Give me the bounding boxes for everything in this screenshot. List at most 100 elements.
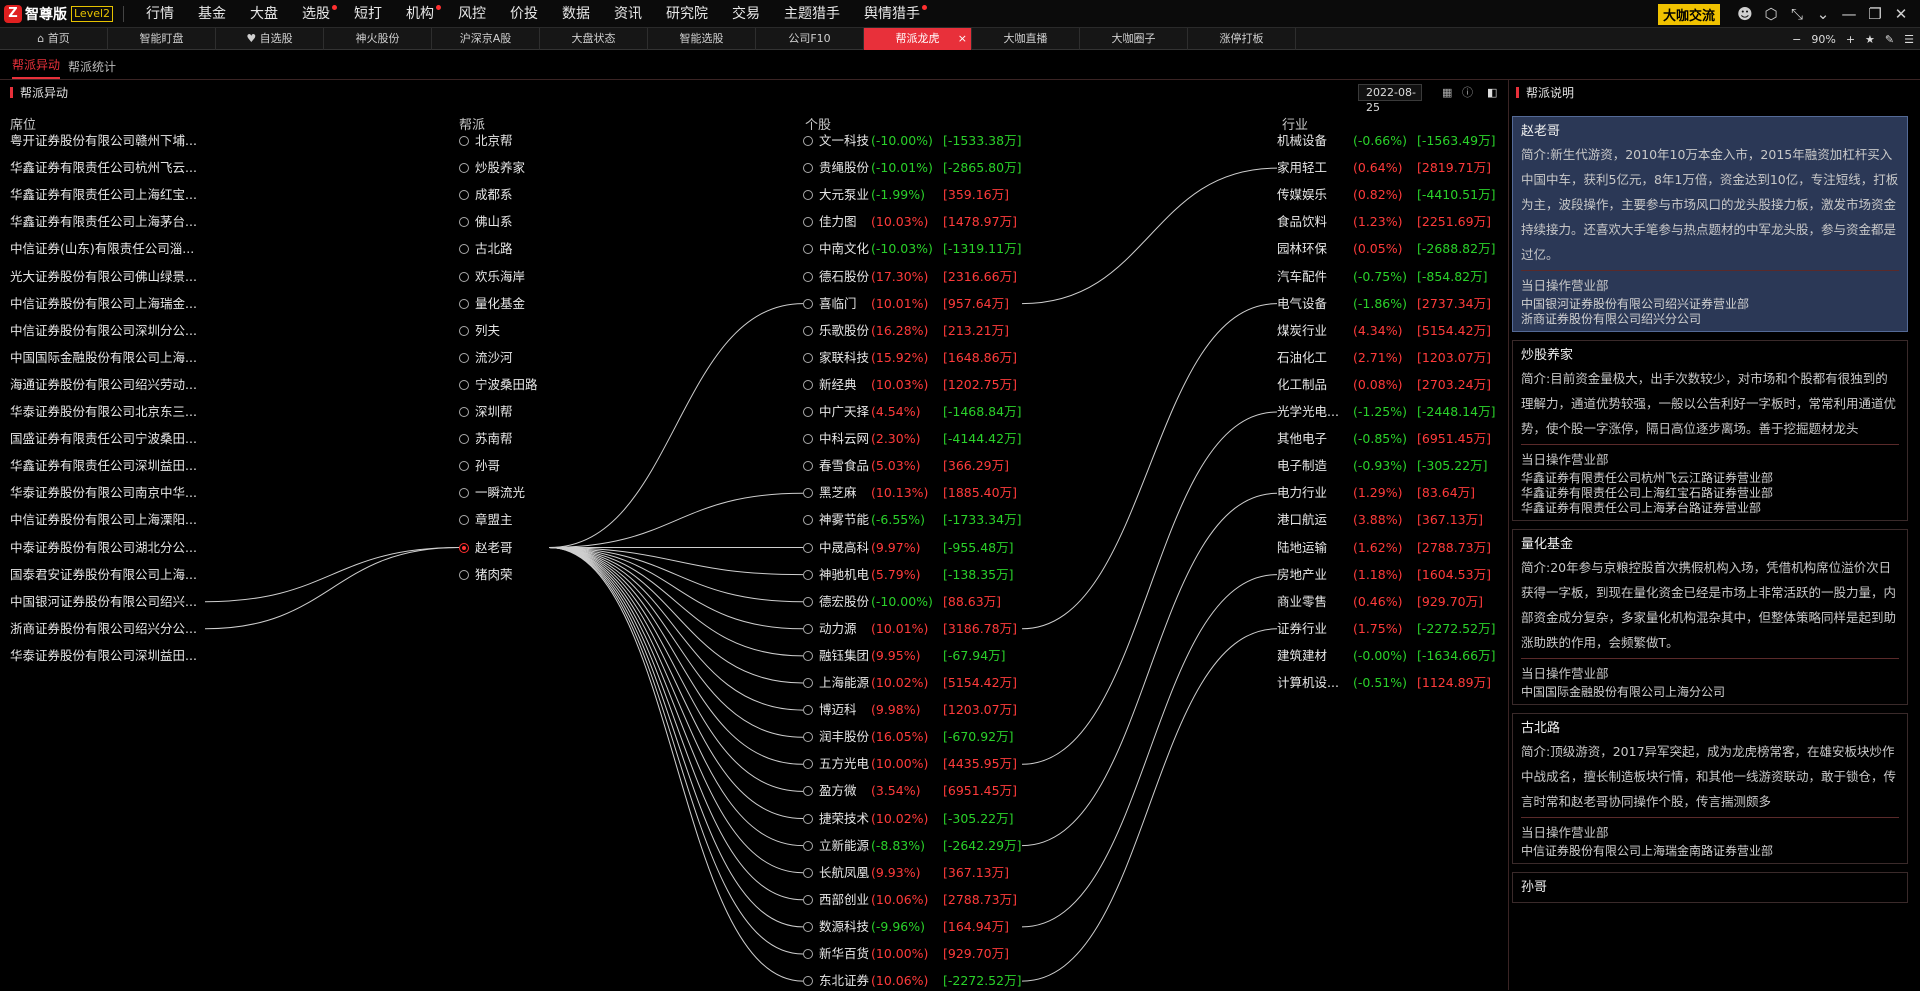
- stock-row[interactable]: 五方光电 (10.00%) [4435.95万]: [803, 754, 1017, 774]
- seat-row[interactable]: 中信证券股份有限公司上海溧阳...: [10, 510, 210, 530]
- stock-radio[interactable]: [803, 515, 813, 526]
- stock-radio[interactable]: [803, 136, 813, 146]
- faction-row[interactable]: 量化基金: [459, 294, 525, 314]
- faction-radio[interactable]: [459, 190, 469, 201]
- menu-item[interactable]: 资讯: [602, 0, 654, 28]
- minimize-icon[interactable]: —: [1836, 5, 1862, 23]
- tab-item[interactable]: 大盘状态: [540, 28, 648, 50]
- stock-row[interactable]: 上海能源 (10.02%) [5154.42万]: [803, 673, 1017, 693]
- faction-radio[interactable]: [459, 515, 469, 526]
- stock-radio[interactable]: [803, 325, 813, 336]
- stock-radio[interactable]: [803, 759, 813, 770]
- faction-radio[interactable]: [459, 434, 469, 445]
- stock-row[interactable]: 融钰集团 (9.95%) [-67.94万]: [803, 646, 1006, 666]
- date-picker[interactable]: 2022-08-25: [1358, 84, 1422, 114]
- seat-row[interactable]: 中国银河证券股份有限公司绍兴...: [10, 592, 210, 612]
- menu-item[interactable]: 短打: [342, 0, 394, 28]
- stock-row[interactable]: 新经典 (10.03%) [1202.75万]: [803, 375, 1017, 395]
- menu-item[interactable]: 大盘: [238, 0, 290, 28]
- stock-row[interactable]: 佳力图 (10.03%) [1478.97万]: [803, 212, 1017, 232]
- faction-row[interactable]: 古北路: [459, 239, 513, 259]
- tab-item[interactable]: ⌂ 首页: [0, 28, 108, 50]
- faction-radio[interactable]: [459, 163, 469, 174]
- faction-row[interactable]: 宁波桑田路: [459, 375, 538, 395]
- faction-radio[interactable]: [459, 298, 469, 309]
- tab-close-icon[interactable]: ×: [958, 28, 967, 50]
- stock-row[interactable]: 贵绳股份 (-10.01%) [-2865.80万]: [803, 158, 1021, 178]
- faction-row[interactable]: 欢乐海岸: [459, 267, 525, 287]
- app-logo[interactable]: Z 智尊版 Level2: [0, 0, 114, 28]
- stock-radio[interactable]: [803, 949, 813, 959]
- faction-row[interactable]: 佛山系: [459, 212, 513, 232]
- seat-row[interactable]: 中信证券股份有限公司深圳分公...: [10, 321, 210, 341]
- tab-item[interactable]: 大咖圈子: [1080, 28, 1188, 50]
- tab-item[interactable]: 帮派龙虎 ×: [864, 28, 972, 50]
- stock-radio[interactable]: [803, 244, 813, 255]
- faction-row[interactable]: 北京帮: [459, 131, 513, 151]
- faction-radio[interactable]: [459, 488, 469, 499]
- industry-row[interactable]: 机械设备 (-0.66%) [-1563.49万]: [1277, 131, 1495, 151]
- industry-row[interactable]: 食品饮料 (1.23%) [2251.69万]: [1277, 212, 1491, 232]
- tab-item[interactable]: 公司F10: [756, 28, 864, 50]
- faction-row[interactable]: 深圳帮: [459, 402, 513, 422]
- stock-radio[interactable]: [803, 650, 813, 661]
- industry-row[interactable]: 传媒娱乐 (0.82%) [-4410.51万]: [1277, 185, 1495, 205]
- edit-icon[interactable]: ✎: [1885, 33, 1894, 46]
- stock-radio[interactable]: [803, 542, 813, 553]
- stock-radio[interactable]: [803, 678, 813, 688]
- gang-card[interactable]: 炒股养家 简介:目前资金量极大，出手次数较少，对市场和个股都有很独到的理解力，通道…: [1512, 340, 1908, 521]
- seat-row[interactable]: 浙商证券股份有限公司绍兴分公...: [10, 619, 210, 639]
- industry-row[interactable]: 房地产业 (1.18%) [1604.53万]: [1277, 565, 1491, 585]
- tab-item[interactable]: 智能盯盘: [108, 28, 216, 50]
- stock-row[interactable]: 盈方微 (3.54%) [6951.45万]: [803, 781, 1017, 801]
- stock-row[interactable]: 春雪食品 (5.03%) [366.29万]: [803, 456, 1009, 476]
- industry-row[interactable]: 港口航运 (3.88%) [367.13万]: [1277, 510, 1483, 530]
- stock-radio[interactable]: [803, 217, 813, 228]
- faction-row[interactable]: 猪肉荣: [459, 565, 513, 585]
- menu-item[interactable]: 研究院: [654, 0, 720, 28]
- industry-row[interactable]: 家用轻工 (0.64%) [2819.71万]: [1277, 158, 1491, 178]
- stock-row[interactable]: 动力源 (10.01%) [3186.78万]: [803, 619, 1017, 639]
- stock-radio[interactable]: [803, 461, 813, 472]
- sub-tab[interactable]: 帮派异动: [12, 56, 61, 79]
- stock-radio[interactable]: [803, 596, 813, 607]
- faction-radio[interactable]: [459, 542, 469, 553]
- faction-radio[interactable]: [459, 325, 469, 336]
- expert-chat-button[interactable]: 大咖交流: [1657, 3, 1720, 25]
- industry-row[interactable]: 电力行业 (1.29%) [83.64万]: [1277, 483, 1475, 503]
- menu-item[interactable]: 选股: [290, 0, 342, 28]
- user-icon[interactable]: ☻: [1732, 5, 1758, 23]
- faction-radio[interactable]: [459, 271, 469, 282]
- stock-row[interactable]: 长航凤凰 (9.93%) [367.13万]: [803, 863, 1009, 883]
- seat-row[interactable]: 海通证券股份有限公司绍兴劳动...: [10, 375, 210, 395]
- menu-item[interactable]: 交易: [720, 0, 772, 28]
- seat-row[interactable]: 中信证券(山东)有限责任公司淄...: [10, 239, 210, 259]
- stock-radio[interactable]: [803, 813, 813, 824]
- faction-radio[interactable]: [459, 379, 469, 390]
- settings-icon[interactable]: ⬡: [1758, 5, 1784, 23]
- tab-item[interactable]: 沪深京A股: [432, 28, 540, 50]
- gang-card[interactable]: 赵老哥 简介:新生代游资，2010年10万本金入市，2015年融资加杠杆买入中国中…: [1512, 116, 1908, 332]
- gang-card[interactable]: 量化基金 简介:20年参与京粮控股首次携假机构入场，凭借机构席位溢价次日获得一字板…: [1512, 529, 1908, 705]
- restore-icon[interactable]: ❐: [1862, 5, 1888, 23]
- stock-row[interactable]: 中晟高科 (9.97%) [-955.48万]: [803, 538, 1014, 558]
- stock-row[interactable]: 数源科技 (-9.96%) [164.94万]: [803, 917, 1009, 937]
- seat-row[interactable]: 国盛证券有限责任公司宁波桑田...: [10, 429, 210, 449]
- industry-row[interactable]: 煤炭行业 (4.34%) [5154.42万]: [1277, 321, 1491, 341]
- faction-radio[interactable]: [459, 407, 469, 417]
- stock-row[interactable]: 德宏股份 (-10.00%) [88.63万]: [803, 592, 1001, 612]
- tab-item[interactable]: 神火股份: [324, 28, 432, 50]
- stock-radio[interactable]: [803, 379, 813, 390]
- faction-radio[interactable]: [459, 569, 469, 580]
- stock-row[interactable]: 东北证券 (10.06%) [-2272.52万]: [803, 971, 1021, 991]
- faction-row[interactable]: 孙哥: [459, 456, 500, 476]
- layout-toggle-icon[interactable]: ◧: [1487, 84, 1497, 101]
- tab-item[interactable]: 涨停打板: [1188, 28, 1296, 50]
- stock-row[interactable]: 中科云网 (2.30%) [-4144.42万]: [803, 429, 1021, 449]
- industry-row[interactable]: 电气设备 (-1.86%) [2737.34万]: [1277, 294, 1491, 314]
- seat-row[interactable]: 光大证券股份有限公司佛山绿景...: [10, 267, 210, 287]
- stock-radio[interactable]: [803, 569, 813, 580]
- stock-row[interactable]: 新华百货 (10.00%) [929.70万]: [803, 944, 1009, 964]
- stock-row[interactable]: 立新能源 (-8.83%) [-2642.29万]: [803, 836, 1021, 856]
- zoom-out-button[interactable]: −: [1792, 33, 1801, 46]
